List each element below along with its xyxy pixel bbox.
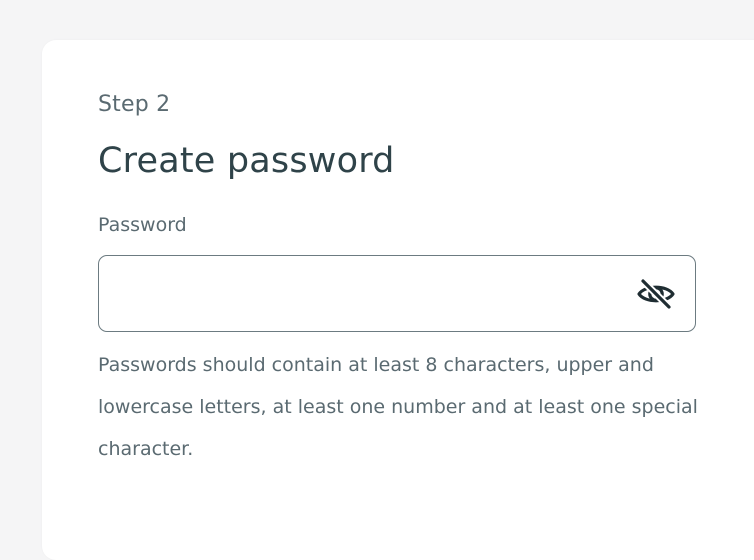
show-password-toggle[interactable]	[635, 276, 677, 312]
password-field[interactable]	[98, 255, 696, 333]
step-label: Step 2	[98, 92, 171, 117]
password-requirements-text: Passwords should contain at least 8 char…	[98, 354, 698, 460]
password-form-card: Step 2 Create password Password Password…	[42, 40, 754, 560]
password-label: Password	[98, 214, 187, 236]
eye-slash-icon	[637, 277, 675, 311]
password-input[interactable]	[115, 256, 619, 333]
page-title: Create password	[98, 141, 395, 181]
